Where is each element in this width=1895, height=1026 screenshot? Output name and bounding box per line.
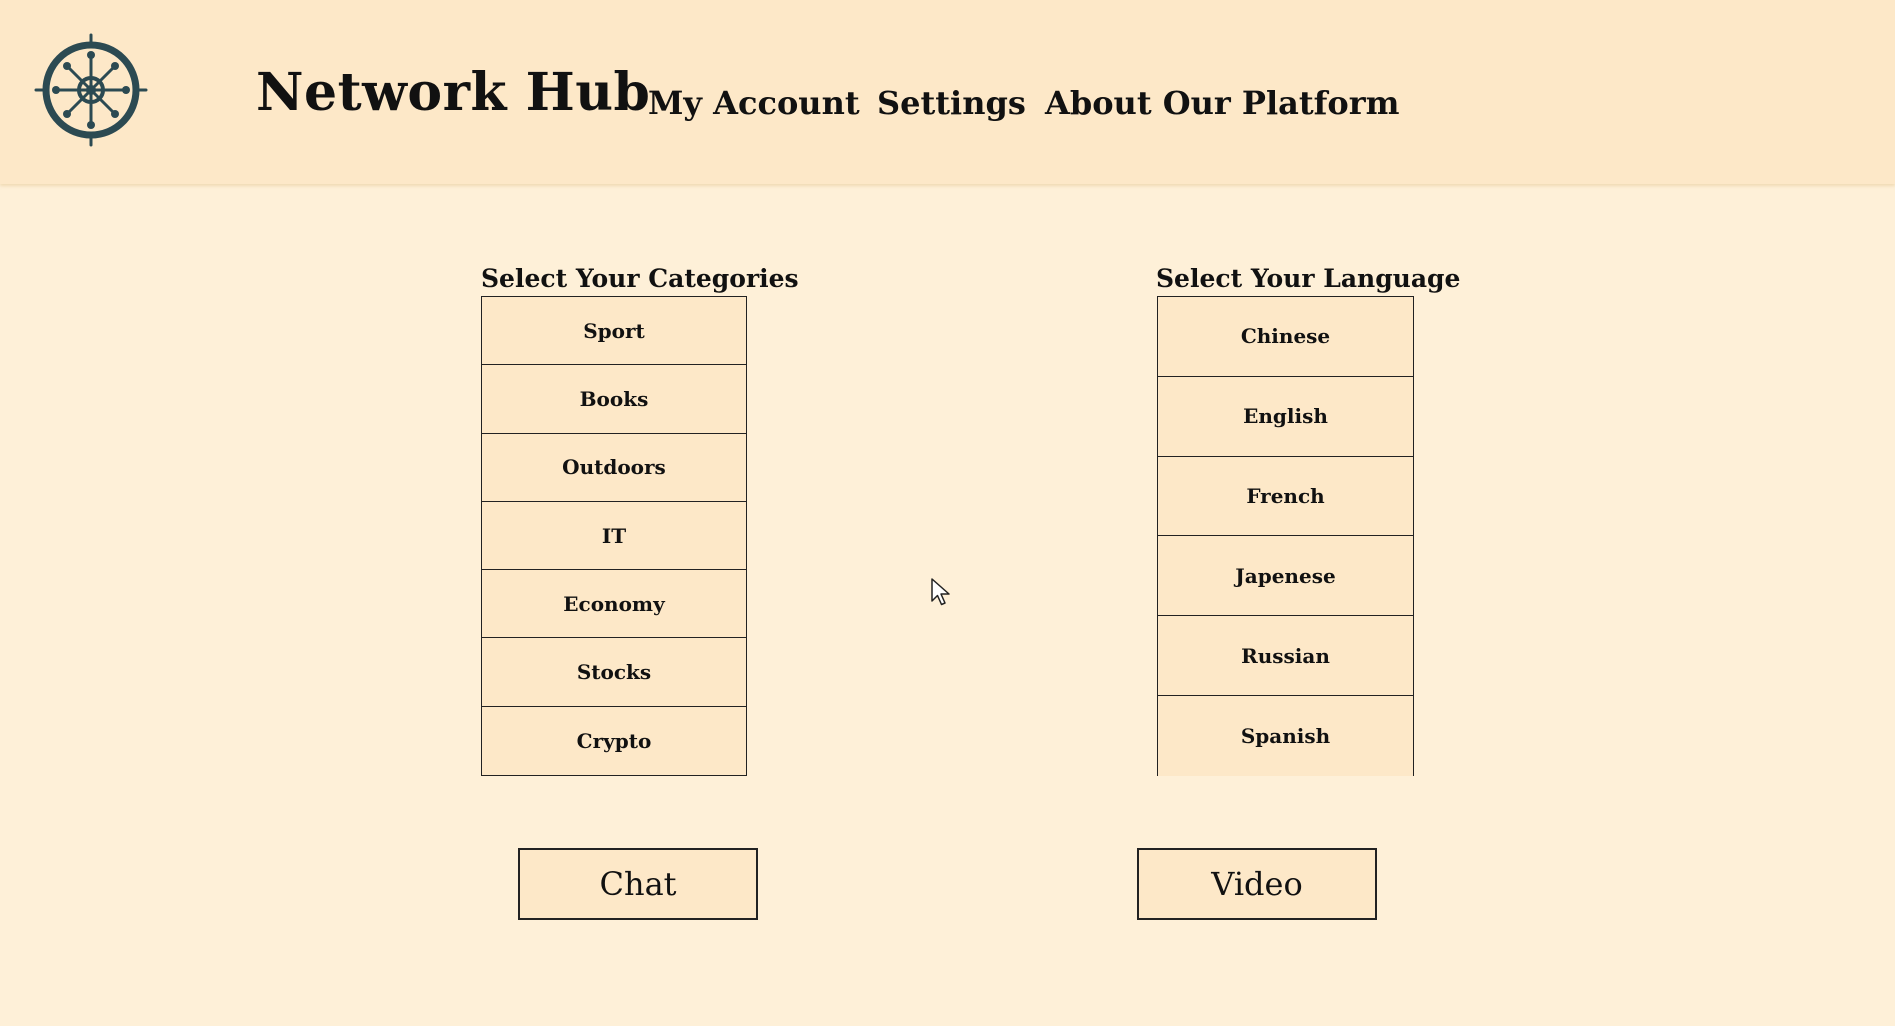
category-stocks[interactable]: Stocks	[482, 638, 746, 707]
language-french[interactable]: French	[1158, 456, 1413, 537]
language-title: Select Your Language	[1156, 264, 1461, 293]
chat-button[interactable]: Chat	[518, 848, 758, 920]
nav-settings[interactable]: Settings	[877, 84, 1026, 122]
language-spanish[interactable]: Spanish	[1158, 695, 1413, 776]
language-english[interactable]: English	[1158, 376, 1413, 457]
language-japanese[interactable]: Japenese	[1158, 536, 1413, 617]
categories-title: Select Your Categories	[481, 264, 799, 293]
language-list: Chinese English French Japenese Russian …	[1157, 296, 1414, 776]
top-header: Network Hub My Account Settings About Ou…	[0, 0, 1895, 184]
language-russian[interactable]: Russian	[1158, 616, 1413, 696]
language-chinese[interactable]: Chinese	[1158, 297, 1413, 377]
nav-about-platform[interactable]: About Our Platform	[1045, 84, 1399, 122]
category-outdoors[interactable]: Outdoors	[482, 433, 746, 502]
mouse-cursor-icon	[931, 578, 950, 606]
compass-wheel-icon[interactable]	[34, 33, 148, 147]
category-economy[interactable]: Economy	[482, 570, 746, 639]
category-sport[interactable]: Sport	[482, 297, 746, 366]
category-crypto[interactable]: Crypto	[482, 706, 746, 776]
brand-title: Network Hub	[256, 62, 651, 123]
video-button[interactable]: Video	[1137, 848, 1377, 920]
categories-list: Sport Books Outdoors IT Economy Stocks C…	[481, 296, 747, 776]
category-books[interactable]: Books	[482, 365, 746, 434]
category-it[interactable]: IT	[482, 501, 746, 571]
nav-my-account[interactable]: My Account	[648, 84, 860, 122]
